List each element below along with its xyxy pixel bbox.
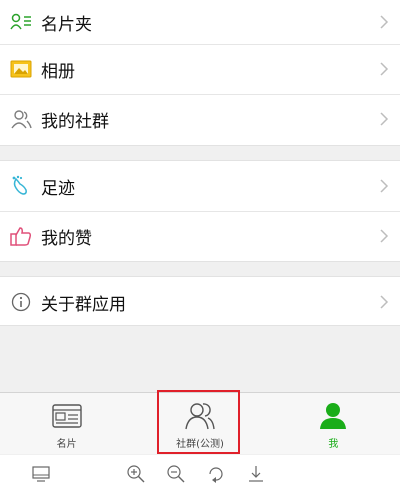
chevron-right-icon — [380, 179, 389, 193]
chevron-right-icon — [380, 112, 389, 126]
tab-me[interactable]: 我 — [267, 393, 400, 454]
menu-group-2: 足迹 我的赞 — [0, 160, 400, 262]
menu-item-label: 关于群应用 — [41, 294, 126, 315]
menu-item-label: 足迹 — [41, 178, 75, 199]
zoom-in-icon[interactable] — [126, 464, 146, 484]
menu-item-footprint[interactable]: 足迹 — [0, 161, 400, 211]
menu-group-3: 关于群应用 — [0, 276, 400, 326]
menu-item-label: 名片夹 — [41, 14, 92, 35]
menu-item-label: 我的赞 — [41, 228, 92, 249]
tab-label: 名片 — [56, 439, 77, 450]
chevron-right-icon — [380, 295, 389, 309]
profile-icon — [316, 401, 350, 431]
people-icon — [183, 401, 217, 431]
menu-item-about-group-apps[interactable]: 关于群应用 — [0, 277, 400, 327]
menu-item-album[interactable]: 相册 — [0, 44, 400, 94]
monitor-icon[interactable] — [31, 464, 51, 484]
community-icon — [9, 107, 33, 131]
tab-community-beta[interactable]: 社群(公测) — [133, 393, 266, 454]
menu-group-1: 名片夹 相册 我的社群 — [0, 0, 400, 146]
chevron-right-icon — [380, 15, 389, 29]
menu-item-my-likes[interactable]: 我的赞 — [0, 211, 400, 261]
tab-label: 我 — [328, 439, 339, 450]
menu-item-label: 我的社群 — [41, 111, 109, 132]
footprint-icon — [9, 174, 33, 198]
menu-item-label: 相册 — [41, 61, 75, 82]
menu-item-my-community[interactable]: 我的社群 — [0, 94, 400, 144]
thumbs-up-icon — [9, 224, 33, 248]
tab-label: 社群(公测) — [176, 439, 224, 450]
tab-card[interactable]: 名片 — [0, 393, 133, 454]
contact-card-icon — [9, 10, 33, 34]
chevron-right-icon — [380, 62, 389, 76]
menu-item-card-holder[interactable]: 名片夹 — [0, 0, 400, 44]
info-icon — [9, 290, 33, 314]
zoom-out-icon[interactable] — [166, 464, 186, 484]
chevron-right-icon — [380, 229, 389, 243]
download-icon[interactable] — [246, 464, 266, 484]
bottom-tab-bar: 名片 社群(公测) 我 — [0, 392, 400, 454]
viewer-toolbar — [0, 455, 400, 491]
rotate-icon[interactable] — [206, 464, 226, 484]
card-icon — [50, 401, 84, 431]
photo-album-icon — [9, 57, 33, 81]
